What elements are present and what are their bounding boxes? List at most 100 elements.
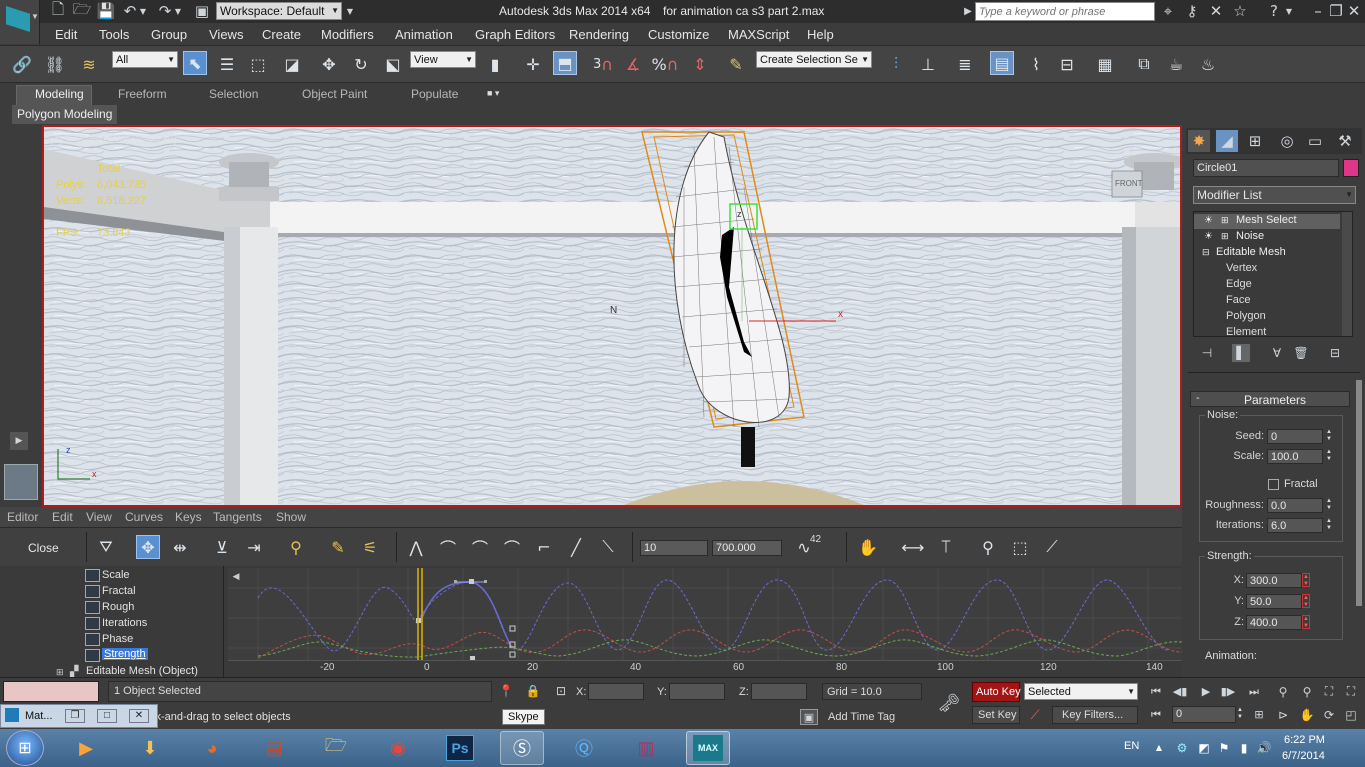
zoom-extents-all-icon[interactable]: ⛶: [1342, 683, 1360, 700]
mirror-icon[interactable]: ⫶: [884, 52, 908, 76]
edit-named-selection-icon[interactable]: ✎: [724, 52, 748, 76]
bind-spacewarp-icon[interactable]: ≋: [77, 52, 101, 76]
menu-create[interactable]: Create: [262, 27, 301, 42]
modifier-list-dropdown[interactable]: Modifier List: [1193, 186, 1356, 204]
absolute-mode-icon[interactable]: ⊡: [553, 683, 569, 699]
roughness-spinner[interactable]: ▲ ▼: [1325, 498, 1333, 512]
taskbar-firefox-icon[interactable]: ◕: [190, 731, 234, 765]
frame-horizontal-icon[interactable]: ⟷: [901, 535, 925, 559]
stack-item-mesh-select[interactable]: Mesh Select: [1236, 214, 1297, 226]
pan-view-icon[interactable]: ✋: [1298, 706, 1316, 723]
workspace-dropdown[interactable]: Workspace: Default: [216, 2, 342, 20]
search-input[interactable]: [975, 2, 1155, 21]
menu-graph-editors[interactable]: Graph Editors: [475, 27, 555, 42]
stack-item-face[interactable]: Face: [1226, 294, 1250, 306]
menu-tools[interactable]: Tools: [99, 27, 129, 42]
zoom-icon[interactable]: ⚲: [976, 535, 1000, 559]
zoom-viewport-icon[interactable]: ⚲: [1274, 683, 1292, 700]
taskbar-quicktime-icon[interactable]: Ⓠ: [562, 731, 606, 765]
scale-icon[interactable]: ⬕: [381, 52, 405, 76]
menu-animation[interactable]: Animation: [395, 27, 453, 42]
menu-maxscript[interactable]: MAXScript: [728, 27, 789, 42]
pin-icon[interactable]: 📍: [498, 683, 514, 699]
menu-group[interactable]: Group: [151, 27, 187, 42]
community-icon[interactable]: ✕: [1206, 2, 1226, 20]
taskbar-skype-icon[interactable]: Ⓢ: [500, 731, 544, 765]
minimize-icon[interactable]: –: [1310, 2, 1326, 20]
scale-input[interactable]: 100.0: [1267, 449, 1323, 464]
viewport-label[interactable]: [+] [Perspective] [Shaded]: [50, 133, 176, 145]
draw-curves-icon[interactable]: ✎: [326, 535, 350, 559]
save-icon[interactable]: 💾: [96, 2, 116, 20]
menu-views[interactable]: Views: [209, 27, 243, 42]
flag-tray-icon[interactable]: ⚑: [1216, 740, 1232, 756]
perspective-viewport[interactable]: [+] [Perspective] [Shaded] Total Polys: …: [42, 125, 1182, 507]
current-frame-spinner[interactable]: ▲ ▼: [1236, 707, 1244, 721]
reduce-keys-icon[interactable]: ⚟: [358, 535, 382, 559]
field-of-view-icon[interactable]: ⊳: [1274, 706, 1292, 723]
key-mode-dropdown[interactable]: Selected: [1024, 683, 1138, 700]
chevron-right-icon[interactable]: ▶: [963, 3, 973, 19]
zoom-extents-icon[interactable]: ⛶: [1320, 683, 1338, 700]
stack-item-vertex[interactable]: Vertex: [1226, 262, 1257, 274]
curve-menu-edit[interactable]: Edit: [52, 510, 73, 524]
region-select-icon[interactable]: ⬚: [246, 52, 270, 76]
frame-value-icon[interactable]: ⟙: [934, 535, 958, 559]
play-animation-icon[interactable]: ▶: [1196, 683, 1216, 700]
show-end-result-icon[interactable]: ▌: [1232, 344, 1250, 362]
taskbar-explorer-icon[interactable]: 🗁: [314, 731, 358, 765]
stack-item-editable-mesh[interactable]: Editable Mesh: [1216, 246, 1286, 258]
lightbulb-icon[interactable]: ☀: [1204, 231, 1213, 242]
utilities-tab-icon[interactable]: ⚒: [1334, 130, 1356, 152]
pivot-center-icon[interactable]: ▮: [483, 52, 507, 76]
strength-z-spinner[interactable]: ▲ ▼: [1302, 615, 1310, 629]
track-editable-mesh[interactable]: Editable Mesh (Object): [86, 665, 198, 677]
step-tangent-icon[interactable]: ⌐: [532, 535, 556, 559]
menu-modifiers[interactable]: Modifiers: [321, 27, 374, 42]
close-icon[interactable]: ✕: [1346, 2, 1362, 20]
track-strength-selected[interactable]: Strength: [102, 648, 148, 660]
orbit-icon[interactable]: ⟳: [1320, 706, 1338, 723]
render-setup-icon[interactable]: ⧉: [1132, 52, 1156, 76]
zoom-all-icon[interactable]: ⚲: [1298, 683, 1316, 700]
signal-tray-icon[interactable]: ▮: [1236, 740, 1252, 756]
key-icon[interactable]: 🗝: [934, 688, 964, 718]
maximize-viewport-icon[interactable]: ◰: [1342, 706, 1360, 723]
project-folder-icon[interactable]: ▣: [192, 2, 212, 20]
select-object-icon[interactable]: ⬉: [183, 51, 207, 75]
rotate-icon[interactable]: ↻: [349, 52, 373, 76]
roughness-input[interactable]: 0.0: [1267, 498, 1323, 513]
app-logo-button[interactable]: ▼: [0, 0, 40, 44]
pin-stack-icon[interactable]: ⊣: [1198, 344, 1216, 362]
undo-icon[interactable]: ↶: [120, 2, 140, 20]
configure-sets-icon[interactable]: ⊟: [1326, 344, 1344, 362]
taskbar-chrome-icon[interactable]: ◉: [376, 731, 420, 765]
time-config-icon[interactable]: ⊞: [1250, 706, 1268, 723]
collapse-icon[interactable]: ⊟: [1202, 247, 1210, 258]
strength-y-spinner[interactable]: ▲ ▼: [1302, 594, 1310, 608]
minimized-window-chip[interactable]: Mat... ❐ □ ✕: [0, 704, 158, 728]
taskbar-winrar-icon[interactable]: ▥: [624, 731, 668, 765]
lightbulb-icon[interactable]: ☀: [1204, 215, 1213, 226]
value-field[interactable]: 700.000: [712, 540, 782, 556]
chevron-down-icon[interactable]: ▼: [173, 4, 183, 18]
close-icon[interactable]: ✕: [129, 709, 149, 723]
taskbar-photoshop-button[interactable]: Ps: [438, 731, 482, 765]
select-manipulate-icon[interactable]: ✛: [521, 52, 545, 76]
track-rough[interactable]: Rough: [102, 601, 134, 613]
material-editor-icon[interactable]: ▦: [1093, 52, 1117, 76]
align-icon[interactable]: ⊥: [916, 52, 940, 76]
snap-toggle-icon[interactable]: 3 ∩: [591, 52, 615, 76]
binoculars-icon[interactable]: ⌖: [1158, 2, 1178, 20]
remove-modifier-icon[interactable]: 🗑: [1292, 344, 1310, 362]
taskbar-media-player-icon[interactable]: ▶: [64, 731, 108, 765]
scene-explorer-icon[interactable]: ▤: [990, 51, 1014, 75]
tray-app-icon[interactable]: ◩: [1196, 740, 1212, 756]
select-by-name-icon[interactable]: ☰: [215, 52, 239, 76]
scale-spinner[interactable]: ▲ ▼: [1325, 449, 1333, 463]
hierarchy-tab-icon[interactable]: ⊞: [1244, 130, 1266, 152]
new-file-icon[interactable]: 🗋: [48, 0, 68, 20]
filters-icon[interactable]: ⛛: [94, 535, 118, 559]
restore-icon[interactable]: ❐: [1328, 2, 1344, 20]
taskbar-powerpoint-icon[interactable]: ▤: [252, 731, 296, 765]
